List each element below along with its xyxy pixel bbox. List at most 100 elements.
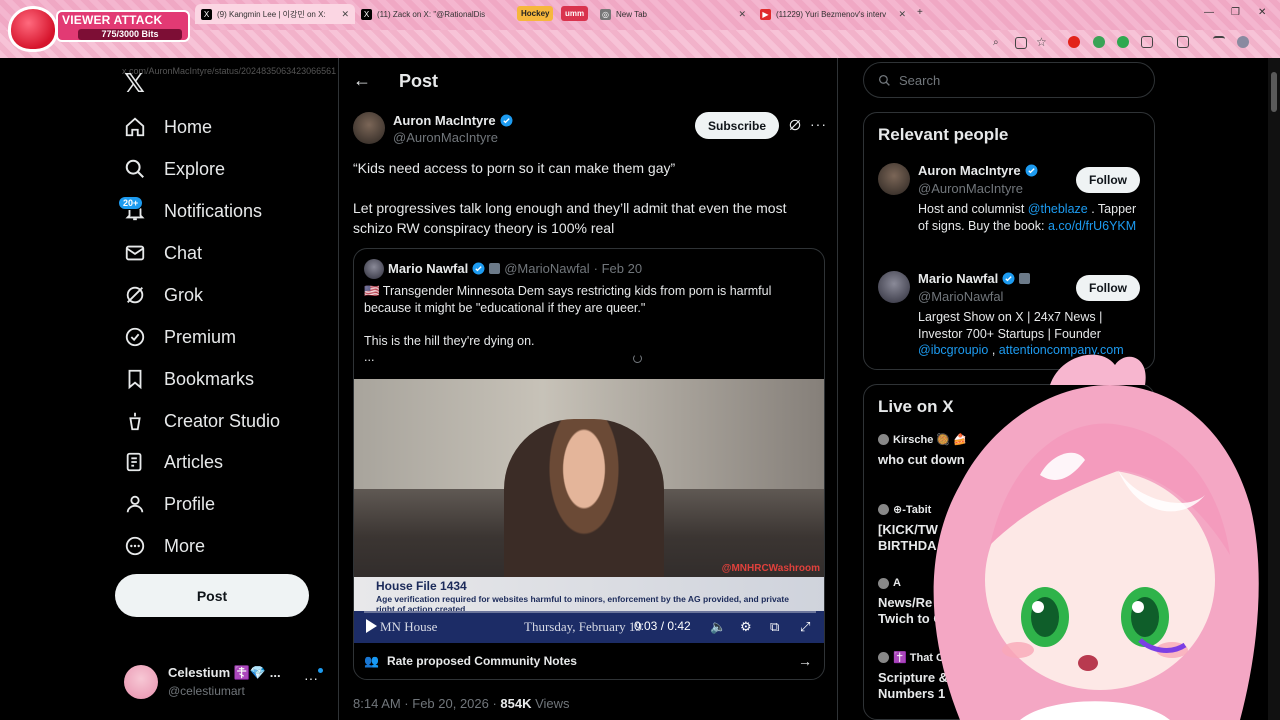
person-handle: @AuronMacIntyre <box>918 181 1023 196</box>
nav-item-label: Home <box>164 116 213 137</box>
star-icon[interactable]: ☆ <box>1036 35 1048 49</box>
notification-count-badge: 20+ <box>118 196 144 210</box>
nav-item-grok[interactable]: Grok <box>124 278 203 312</box>
person-name-text: Auron MacIntyre <box>918 163 1021 178</box>
tab-label: (9) Kangmin Lee | 이강민 on X: <box>217 9 326 19</box>
people-icon: 👥 <box>364 654 379 668</box>
grok-icon[interactable] <box>788 118 802 132</box>
profile-icon[interactable] <box>1237 36 1249 48</box>
install-icon[interactable] <box>1015 37 1027 49</box>
relevant-people-title: Relevant people <box>878 125 1009 144</box>
quoted-date: · Feb 20 <box>593 261 643 276</box>
extension-icon[interactable] <box>1117 36 1129 48</box>
extension-icon[interactable] <box>1093 36 1105 48</box>
sidebar-icon[interactable] <box>1177 36 1189 48</box>
search-box[interactable] <box>863 62 1155 98</box>
nav-item-creator-studio[interactable]: Creator Studio <box>124 404 280 438</box>
person-name[interactable]: Mario Nawfal <box>918 271 1031 286</box>
search-input[interactable] <box>899 72 1129 88</box>
menu-icon[interactable] <box>1213 36 1225 48</box>
post-timestamp[interactable]: 8:14 AM · Feb 20, 2026 · <box>353 696 500 711</box>
author-name[interactable]: Auron MacIntyre <box>393 113 513 128</box>
tab-group-umm[interactable]: umm <box>561 6 589 21</box>
pip-icon[interactable]: ⧉ <box>770 619 779 635</box>
nav-item-chat[interactable]: Chat <box>124 236 202 270</box>
nav-item-premium[interactable]: Premium <box>124 320 236 354</box>
follow-button[interactable]: Follow <box>1076 275 1140 301</box>
play-icon[interactable] <box>366 619 377 633</box>
scrollbar-thumb[interactable] <box>1271 72 1277 112</box>
account-switcher[interactable]: Celestium ☦️💎 ... @celestiumart ··· <box>124 662 324 702</box>
tab-label: New Tab <box>616 9 647 19</box>
puzzle-icon[interactable] <box>1141 36 1153 48</box>
window-close-icon[interactable]: ✕ <box>1258 7 1266 18</box>
browser-tab[interactable]: ◎ New Tab ✕ <box>594 4 752 24</box>
bio-link[interactable]: @theblaze <box>1028 202 1088 216</box>
quoted-post-header: Mario Nawfal @MarioNawfal · Feb 20 <box>388 261 642 276</box>
nav-item-profile[interactable]: Profile <box>124 487 215 521</box>
quoted-ellipsis: ... <box>364 350 375 364</box>
video-watermark: @MNHRCWashroom <box>721 563 820 574</box>
nav-item-more[interactable]: More <box>124 529 205 563</box>
nav-item-home[interactable]: Home <box>124 110 212 144</box>
close-icon[interactable]: ✕ <box>738 9 746 20</box>
avatar[interactable] <box>353 112 385 144</box>
mail-icon <box>125 245 145 261</box>
new-tab-icon[interactable]: + <box>917 7 923 18</box>
x-logo-icon[interactable]: 𝕏 <box>124 68 145 99</box>
close-icon[interactable]: ✕ <box>898 9 906 20</box>
browser-tab[interactable]: X (11) Zack on X: "@RationalDis <box>355 4 513 24</box>
person-handle: @MarioNawfal <box>918 289 1004 304</box>
minimize-icon[interactable]: — <box>1204 7 1214 18</box>
subscribe-button[interactable]: Subscribe <box>695 112 779 139</box>
person-name[interactable]: Auron MacIntyre <box>918 163 1038 178</box>
nav-item-articles[interactable]: Articles <box>124 445 223 479</box>
search-icon <box>878 74 890 86</box>
browser-tab[interactable]: ▶ (11229) Yuri Bezmenov's interv ✕ <box>754 4 912 24</box>
follow-button[interactable]: Follow <box>1076 167 1140 193</box>
avatar <box>364 259 384 279</box>
nav-item-notifications[interactable]: Notifications <box>124 194 262 228</box>
video-date-label: Thursday, February 19 <box>524 619 642 634</box>
person-icon <box>126 495 144 513</box>
maximize-icon[interactable]: ❐ <box>1231 7 1240 18</box>
arrow-right-icon[interactable]: → <box>798 653 812 669</box>
back-arrow-icon[interactable]: ← <box>353 70 371 91</box>
fullscreen-icon[interactable]: ⤢ <box>800 619 810 635</box>
video-scrubber[interactable] <box>364 611 816 613</box>
vtuber-avatar-overlay <box>933 354 1259 720</box>
volume-icon[interactable]: 🔈 <box>710 619 726 635</box>
viewer-attack-overlay: VIEWER ATTACK 775/3000 Bits <box>4 2 194 52</box>
author-handle[interactable]: @AuronMacIntyre <box>393 130 498 145</box>
nav-item-explore[interactable]: Explore <box>124 152 225 186</box>
community-notes-link[interactable]: 👥 Rate proposed Community Notes <box>364 654 577 668</box>
video-channel-label: MN House <box>380 619 438 634</box>
avatar[interactable] <box>878 163 910 195</box>
main-column: ← Post Auron MacIntyre @AuronMacIntyre S… <box>338 58 838 720</box>
quoted-post[interactable]: Mario Nawfal @MarioNawfal · Feb 20 🇺🇸 Tr… <box>353 248 825 680</box>
nav-item-bookmarks[interactable]: Bookmarks <box>124 362 254 396</box>
nav-item-label: Explore <box>164 158 226 179</box>
more-icon[interactable]: ··· <box>304 670 318 686</box>
nav-item-label: Profile <box>164 493 216 514</box>
tab-group-hockey[interactable]: Hockey <box>517 6 554 21</box>
opera-icon[interactable] <box>1068 36 1080 48</box>
avatar <box>878 434 889 445</box>
more-icon[interactable]: ··· <box>810 116 827 132</box>
post-button[interactable]: Post <box>115 574 309 617</box>
bio-link[interactable]: a.co/d/frU6YKM <box>1048 219 1136 233</box>
person-bio: Host and columnist @theblaze . Tapper of… <box>918 201 1142 234</box>
settings-gear-icon[interactable]: ⚙ <box>740 619 752 635</box>
left-navigation: 𝕏 Home Explore Notifications Chat Grok Premiu… <box>0 58 338 720</box>
creator-icon <box>129 412 141 431</box>
zoom-icon[interactable]: ⌕ <box>993 37 1005 49</box>
avatar[interactable] <box>878 271 910 303</box>
video-player[interactable]: @MNHRCWashroom House File 1434 Age verif… <box>354 379 824 643</box>
person-card[interactable]: Auron MacIntyre @AuronMacIntyre Follow H… <box>878 163 1148 253</box>
close-icon[interactable]: ✕ <box>341 9 349 20</box>
articles-icon <box>126 452 142 472</box>
account-name: Celestium ☦️💎 ... <box>168 665 281 680</box>
lower-third-title: House File 1434 <box>376 579 467 593</box>
quoted-text: This is the hill they're dying on. <box>364 334 535 348</box>
browser-tab[interactable]: X (9) Kangmin Lee | 이강민 on X: ✕ <box>195 4 355 24</box>
